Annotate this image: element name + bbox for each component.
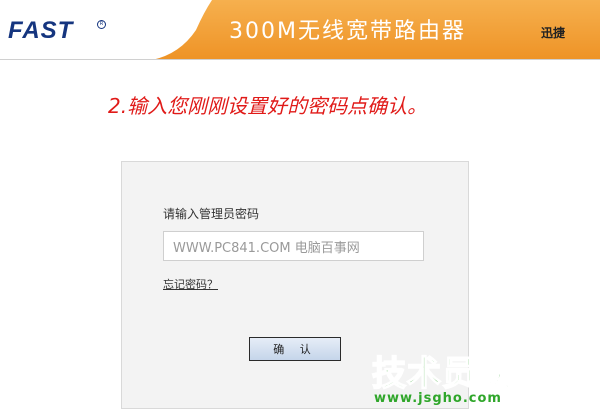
header-bar: FAST R 300M无线宽带路由器 迅捷 bbox=[0, 0, 600, 60]
watermark-url: www.jsgho.com bbox=[374, 391, 502, 406]
watermark-title: 技术员联盟 bbox=[371, 353, 547, 395]
brand-tag: 迅捷 bbox=[541, 26, 566, 40]
instruction-text: 2.输入您刚刚设置好的密码点确认。 bbox=[108, 94, 428, 118]
confirm-button[interactable]: 确 认 bbox=[249, 337, 341, 361]
password-label: 请输入管理员密码 bbox=[163, 207, 260, 221]
fast-logo: FAST bbox=[8, 17, 74, 44]
product-title: 300M无线宽带路由器 bbox=[229, 19, 466, 44]
password-input[interactable] bbox=[163, 231, 424, 261]
registered-mark-icon: R bbox=[97, 20, 106, 29]
header-divider bbox=[0, 59, 600, 60]
forgot-password-link[interactable]: 忘记密码？ bbox=[163, 276, 218, 292]
